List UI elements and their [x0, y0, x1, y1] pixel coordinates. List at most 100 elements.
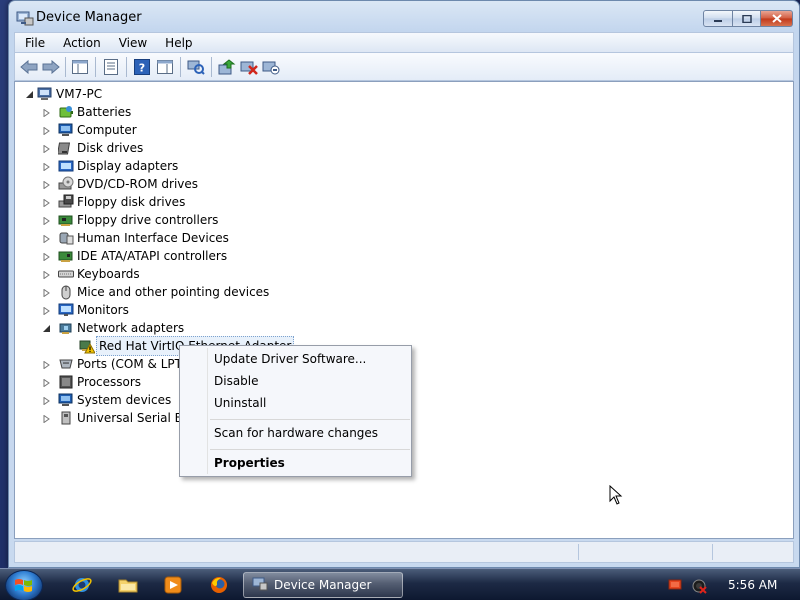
title-bar[interactable]: Device Manager [9, 1, 799, 32]
expand-arrow-icon[interactable] [42, 198, 51, 207]
show-hide-console-tree-button[interactable] [70, 57, 90, 77]
expand-arrow-icon[interactable] [42, 306, 51, 315]
monitor-icon [58, 302, 74, 318]
properties-toolbar-button[interactable] [101, 57, 121, 77]
toolbar: ? [14, 52, 794, 81]
network-status-icon[interactable] [691, 578, 707, 594]
minimize-button[interactable] [703, 10, 733, 27]
processor-icon [58, 374, 74, 390]
mouse-icon [58, 284, 74, 300]
port-icon [58, 356, 74, 372]
mouse-cursor-icon [609, 484, 623, 505]
tree-category-keyboards[interactable]: Keyboards [42, 265, 140, 283]
expand-arrow-icon[interactable] [42, 234, 51, 243]
help-icon: ? [134, 59, 150, 75]
tree-category-processors[interactable]: Processors [42, 373, 141, 391]
menu-file[interactable]: File [15, 34, 54, 52]
firefox-icon[interactable] [209, 575, 229, 595]
tree-category-label: Network adapters [77, 321, 185, 335]
tree-category-ports-com-lpt[interactable]: Ports (COM & LPT) [42, 355, 187, 373]
collapse-arrow-icon[interactable] [25, 90, 34, 99]
expand-arrow-icon[interactable] [42, 162, 51, 171]
tree-category-ide-ata-atapi-controllers[interactable]: IDE ATA/ATAPI controllers [42, 247, 227, 265]
menu-uninstall[interactable]: Uninstall [214, 393, 266, 413]
menu-bar: File Action View Help [14, 32, 794, 52]
tree-category-mice-and-other-pointing-devices[interactable]: Mice and other pointing devices [42, 283, 269, 301]
dvd-drive-icon [58, 176, 74, 192]
tree-category-floppy-drive-controllers[interactable]: Floppy drive controllers [42, 211, 218, 229]
tree-category-universal-serial-bus[interactable]: Universal Serial Bus [42, 409, 197, 427]
tree-root[interactable]: VM7-PC [25, 85, 102, 103]
tree-category-batteries[interactable]: Batteries [42, 103, 131, 121]
display-adapter-icon [58, 158, 74, 174]
expand-arrow-icon[interactable] [42, 378, 51, 387]
windows-explorer-icon[interactable] [118, 575, 138, 595]
back-button[interactable] [19, 57, 39, 77]
media-player-icon[interactable] [163, 575, 183, 595]
menu-scan-hardware-changes[interactable]: Scan for hardware changes [214, 423, 378, 443]
tree-category-label: Mice and other pointing devices [77, 285, 270, 299]
close-button[interactable] [761, 10, 793, 27]
properties-sheet-icon [104, 59, 118, 75]
menu-disable[interactable]: Disable [214, 371, 259, 391]
action-pane-icon [157, 60, 173, 74]
help-button[interactable]: ? [132, 57, 152, 77]
expand-arrow-icon[interactable] [42, 396, 51, 405]
tree-category-display-adapters[interactable]: Display adapters [42, 157, 178, 175]
task-label: Device Manager [274, 578, 372, 592]
tree-category-dvd-cd-rom-drives[interactable]: DVD/CD-ROM drives [42, 175, 198, 193]
tree-category-label: Ports (COM & LPT) [77, 357, 187, 371]
keyboard-icon [58, 266, 74, 282]
tree-category-label: Disk drives [77, 141, 144, 155]
tree-category-floppy-disk-drives[interactable]: Floppy disk drives [42, 193, 185, 211]
collapse-arrow-icon[interactable] [42, 324, 51, 333]
expand-arrow-icon[interactable] [42, 288, 51, 297]
expand-arrow-icon[interactable] [42, 270, 51, 279]
expand-arrow-icon[interactable] [42, 126, 51, 135]
scan-hardware-toolbar-button[interactable] [186, 57, 206, 77]
forward-button[interactable] [41, 57, 61, 77]
expand-arrow-icon[interactable] [42, 216, 51, 225]
menu-properties[interactable]: Properties [214, 453, 285, 473]
disable-toolbar-button[interactable] [261, 57, 281, 77]
console-tree-icon [72, 60, 88, 74]
menu-help[interactable]: Help [156, 34, 201, 52]
internet-explorer-icon[interactable] [72, 575, 92, 595]
action-center-flag-icon[interactable] [668, 578, 682, 592]
system-device-icon [58, 392, 74, 408]
menu-action[interactable]: Action [54, 34, 110, 52]
uninstall-toolbar-button[interactable] [239, 57, 259, 77]
system-clock[interactable]: 5:56 AM [728, 578, 777, 592]
start-button[interactable] [5, 570, 43, 600]
taskbar: Device Manager 5:56 AM [0, 568, 800, 600]
update-driver-icon [218, 59, 236, 75]
menu-update-driver-software[interactable]: Update Driver Software... [214, 349, 366, 369]
tree-category-computer[interactable]: Computer [42, 121, 137, 139]
expand-arrow-icon[interactable] [42, 414, 51, 423]
expand-arrow-icon[interactable] [42, 252, 51, 261]
tree-category-label: Batteries [77, 105, 132, 119]
menu-view[interactable]: View [110, 34, 156, 52]
ide-controller-icon [58, 248, 74, 264]
tree-category-label: Computer [77, 123, 137, 137]
tree-category-system-devices[interactable]: System devices [42, 391, 171, 409]
maximize-button[interactable] [733, 10, 761, 27]
update-driver-toolbar-button[interactable] [217, 57, 237, 77]
tree-category-monitors[interactable]: Monitors [42, 301, 129, 319]
network-adapter-icon [58, 320, 74, 336]
taskbar-device-manager-button[interactable]: Device Manager [243, 572, 403, 598]
expand-arrow-icon[interactable] [42, 180, 51, 189]
expand-arrow-icon[interactable] [42, 360, 51, 369]
tree-category-label: Human Interface Devices [77, 231, 229, 245]
expand-arrow-icon[interactable] [42, 144, 51, 153]
context-menu-separator [210, 419, 410, 420]
tree-category-network-adapters[interactable]: Network adapters [42, 319, 184, 337]
expand-arrow-icon[interactable] [42, 108, 51, 117]
tree-category-disk-drives[interactable]: Disk drives [42, 139, 143, 157]
tree-category-label: DVD/CD-ROM drives [77, 177, 199, 191]
close-icon [771, 14, 782, 23]
tree-category-human-interface-devices[interactable]: Human Interface Devices [42, 229, 229, 247]
tree-category-label: Display adapters [77, 159, 179, 173]
show-hide-action-pane-button[interactable] [155, 57, 175, 77]
disk-drive-icon [56, 140, 74, 156]
